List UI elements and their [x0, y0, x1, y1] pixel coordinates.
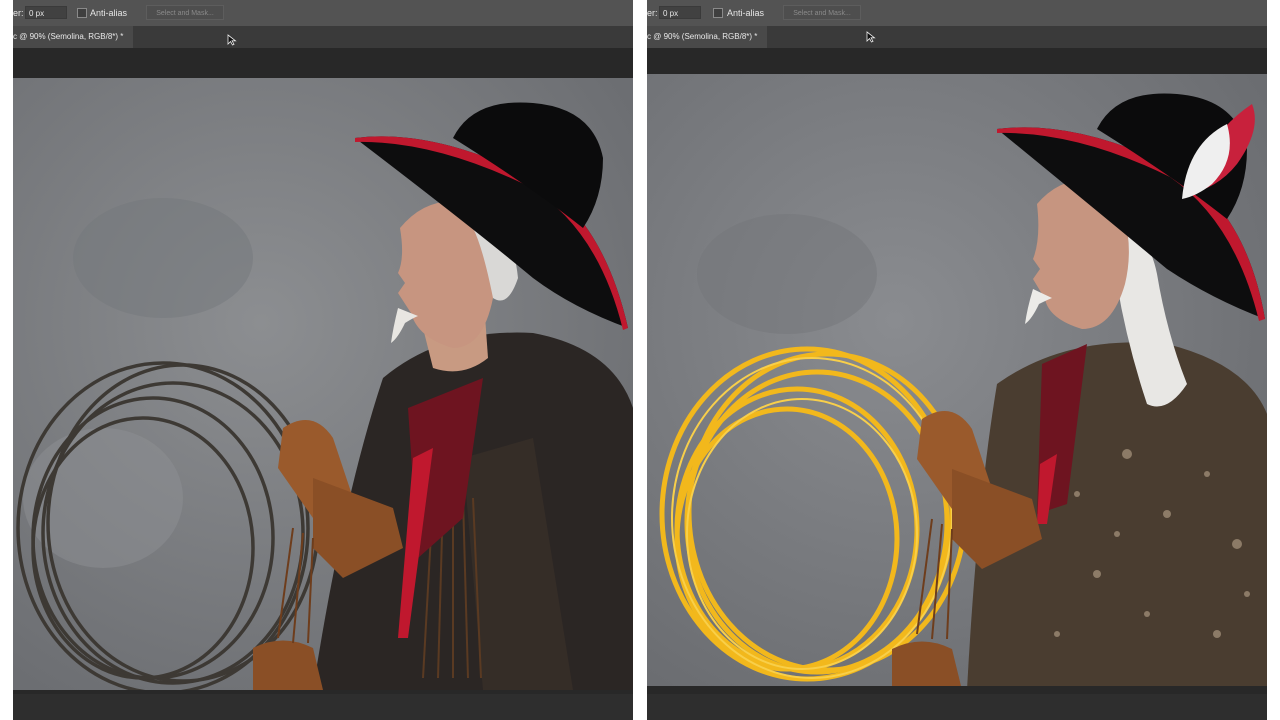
photo-canvas[interactable]	[647, 74, 1267, 686]
feather-label: er:	[647, 8, 658, 18]
antialias-label: Anti-alias	[727, 8, 765, 18]
photo-canvas[interactable]	[13, 78, 633, 690]
select-and-mask-button[interactable]: Select and Mask...	[146, 5, 224, 20]
antialias-label: Anti-alias	[90, 8, 128, 18]
document-tab[interactable]: c @ 90% (Semolina, RGB/8*) *	[13, 26, 134, 48]
cowboy-pasta-photo	[647, 74, 1267, 686]
feather-input[interactable]: 0 px	[659, 6, 701, 19]
status-bar	[647, 694, 1267, 720]
feather-input[interactable]: 0 px	[25, 6, 67, 19]
arrow-cursor-icon	[866, 31, 876, 43]
cowboy-photo	[13, 78, 633, 690]
antialias-checkbox[interactable]	[713, 8, 723, 18]
document-tab-strip: c @ 90% (Semolina, RGB/8*) *	[647, 26, 1267, 48]
workspace-panel-left: er: 0 px Anti-alias Select and Mask... c…	[13, 0, 633, 720]
canvas-area[interactable]	[647, 48, 1267, 720]
options-bar: er: 0 px Anti-alias Select and Mask...	[13, 0, 633, 26]
antialias-checkbox[interactable]	[77, 8, 87, 18]
feather-label: er:	[13, 8, 24, 18]
canvas-area[interactable]	[13, 48, 633, 720]
options-bar: er: 0 px Anti-alias Select and Mask...	[647, 0, 1267, 26]
document-tab[interactable]: c @ 90% (Semolina, RGB/8*) *	[647, 26, 768, 48]
workspace-panel-right: er: 0 px Anti-alias Select and Mask... c…	[647, 0, 1267, 720]
arrow-cursor-icon	[227, 34, 237, 46]
document-tab-strip: c @ 90% (Semolina, RGB/8*) *	[13, 26, 633, 48]
status-bar	[13, 694, 633, 720]
select-and-mask-button[interactable]: Select and Mask...	[783, 5, 861, 20]
